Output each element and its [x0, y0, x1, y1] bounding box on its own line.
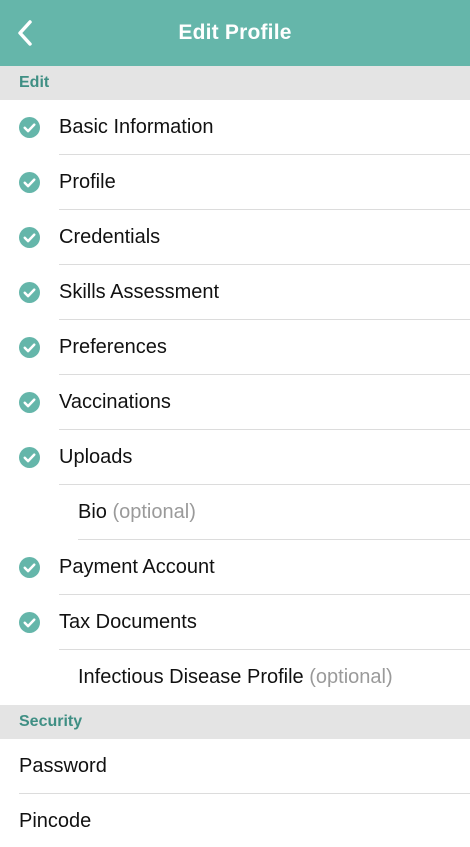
- row-label: Password: [19, 755, 107, 777]
- row-infectious-disease-profile[interactable]: Infectious Disease Profile (optional): [0, 650, 470, 705]
- optional-tag: (optional): [112, 501, 196, 523]
- optional-tag: (optional): [309, 666, 393, 688]
- row-label-text: Infectious Disease Profile: [78, 666, 304, 688]
- row-label: Pincode: [19, 810, 92, 832]
- row-payment-account[interactable]: Payment Account: [0, 540, 470, 595]
- check-circle-icon: [19, 392, 40, 413]
- check-circle-icon: [19, 447, 40, 468]
- row-tax-documents[interactable]: Tax Documents: [0, 595, 470, 650]
- row-credentials[interactable]: Credentials: [0, 210, 470, 265]
- row-profile[interactable]: Profile: [0, 155, 470, 210]
- row-password[interactable]: Password: [0, 739, 470, 794]
- check-circle-icon: [19, 227, 40, 248]
- check-circle-icon: [19, 282, 40, 303]
- row-uploads[interactable]: Uploads: [0, 430, 470, 485]
- row-vaccinations[interactable]: Vaccinations: [0, 375, 470, 430]
- row-bio[interactable]: Bio (optional): [0, 485, 470, 540]
- nav-bar: Edit Profile: [0, 0, 470, 66]
- row-basic-information[interactable]: Basic Information: [0, 100, 470, 155]
- check-circle-icon: [19, 337, 40, 358]
- check-circle-icon: [19, 172, 40, 193]
- section-header-security: Security: [0, 705, 470, 739]
- row-pincode[interactable]: Pincode: [0, 794, 470, 847]
- back-button[interactable]: [0, 0, 50, 66]
- chevron-left-icon: [18, 20, 32, 46]
- check-circle-icon: [19, 557, 40, 578]
- check-circle-icon: [19, 612, 40, 633]
- row-label: Infectious Disease Profile (optional): [0, 666, 393, 689]
- page-title: Edit Profile: [178, 21, 292, 44]
- row-label: Bio (optional): [0, 501, 196, 524]
- section-header-edit: Edit: [0, 66, 470, 100]
- row-label: Profile: [59, 171, 116, 193]
- check-circle-icon: [19, 117, 40, 138]
- row-skills-assessment[interactable]: Skills Assessment: [0, 265, 470, 320]
- row-label-text: Bio: [78, 501, 107, 523]
- row-preferences[interactable]: Preferences: [0, 320, 470, 375]
- edit-profile-screen: Edit Profile Edit Basic Information Prof…: [0, 0, 470, 847]
